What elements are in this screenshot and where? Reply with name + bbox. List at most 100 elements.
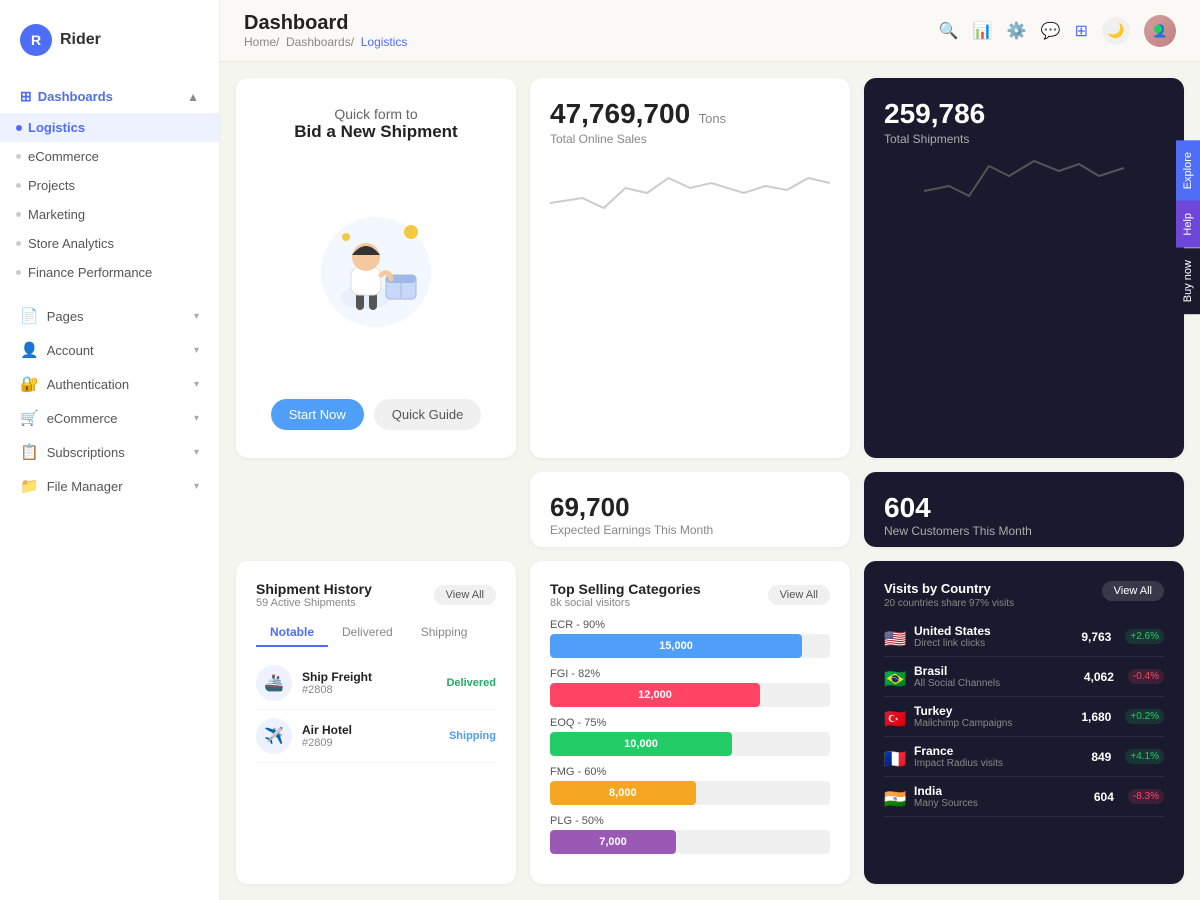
sidebar-item-ecommerce[interactable]: eCommerce xyxy=(0,142,219,171)
quick-guide-button[interactable]: Quick Guide xyxy=(374,399,482,430)
country-visits-1: 4,062 xyxy=(1084,670,1114,684)
bar-row-0: ECR - 90% 15,000 xyxy=(550,619,830,658)
bar-label-2: EOQ - 75% xyxy=(550,717,830,729)
search-icon[interactable]: 🔍 xyxy=(939,21,959,41)
bar-track-3: 8,000 xyxy=(550,781,830,805)
visits-title: Visits by Country xyxy=(884,581,1014,596)
dark-mode-toggle[interactable]: 🌙 xyxy=(1102,17,1130,45)
sidebar-item-file-manager[interactable]: 📁 File Manager ▾ xyxy=(0,469,219,503)
bar-fill-3: 8,000 xyxy=(550,781,696,805)
bars-container: ECR - 90% 15,000 FGI - 82% 12,000 EOQ - … xyxy=(550,619,830,854)
country-visits-2: 1,680 xyxy=(1081,710,1111,724)
breadcrumb: Home/ Dashboards/ Logistics xyxy=(244,35,407,49)
country-change-4: -8.3% xyxy=(1128,789,1164,804)
heroes-title: Today's Heroes xyxy=(884,546,1164,547)
sidebar-item-projects[interactable]: Projects xyxy=(0,171,219,200)
subscriptions-icon: 📋 xyxy=(20,443,39,461)
side-tabs: ExploreHelpBuy now xyxy=(1176,140,1200,314)
country-row-4: 🇮🇳 India Many Sources 604 -8.3% xyxy=(884,777,1164,817)
tab-shipping[interactable]: Shipping xyxy=(407,619,482,647)
logo[interactable]: R Rider xyxy=(0,16,219,76)
settings-icon[interactable]: ⚙️ xyxy=(1007,21,1027,41)
shipments-chart xyxy=(884,146,1164,201)
auth-icon: 🔐 xyxy=(20,375,39,393)
side-tab-2[interactable]: Buy now xyxy=(1176,248,1200,314)
new-customers-value: 604 xyxy=(884,492,1164,524)
side-tab-0[interactable]: Explore xyxy=(1176,140,1200,201)
top-selling-sub: 8k social visitors xyxy=(550,597,701,609)
total-sales-value: 47,769,700 Tons xyxy=(550,98,726,130)
country-row-3: 🇫🇷 France Impact Radius visits 849 +4.1% xyxy=(884,737,1164,777)
hero-buttons: Start Now Quick Guide xyxy=(271,399,482,430)
top-selling-header: Top Selling Categories 8k social visitor… xyxy=(550,581,830,609)
bar-row-2: EOQ - 75% 10,000 xyxy=(550,717,830,756)
visits-by-country-card: Visits by Country 20 countries share 97%… xyxy=(864,561,1184,884)
chevron-down-icon: ▾ xyxy=(194,481,199,492)
grid-icon[interactable]: ⊞ xyxy=(1075,21,1088,41)
header-actions: 🔍 📊 ⚙️ 💬 ⊞ 🌙 👤 xyxy=(939,15,1176,47)
dashboards-section: ⊞ Dashboards ▲ Logistics eCommerce Proje… xyxy=(0,76,219,291)
chat-icon[interactable]: 💬 xyxy=(1041,21,1061,41)
ship-info-1: Ship Freight #2808 xyxy=(302,670,436,696)
bar-row-4: PLG - 50% 7,000 xyxy=(550,815,830,854)
dashboards-header[interactable]: ⊞ Dashboards ▲ xyxy=(0,80,219,113)
sidebar-item-pages[interactable]: 📄 Pages ▾ xyxy=(0,299,219,333)
bar-row-3: FMG - 60% 8,000 xyxy=(550,766,830,805)
tab-delivered[interactable]: Delivered xyxy=(328,619,407,647)
new-customers-card: 604 New Customers This Month Today's Her… xyxy=(864,472,1184,547)
country-info-0: United States Direct link clicks xyxy=(914,624,1073,649)
shipment-history-title: Shipment History xyxy=(256,581,372,597)
sidebar-item-logistics[interactable]: Logistics xyxy=(0,113,219,142)
country-row-1: 🇧🇷 Brasil All Social Channels 4,062 -0.4… xyxy=(884,657,1164,697)
country-visits-0: 9,763 xyxy=(1081,630,1111,644)
ecommerce-icon: 🛒 xyxy=(20,409,39,427)
total-online-sales-card: 47,769,700 Tons Total Online Sales xyxy=(530,78,850,458)
shipment-history-title-wrap: Shipment History 59 Active Shipments xyxy=(256,581,372,609)
logo-circle: R xyxy=(20,24,52,56)
todays-heroes-section: Today's Heroes A 👤 S 👤 P 👤 +42 xyxy=(884,546,1164,547)
sidebar-item-finance-performance[interactable]: Finance Performance xyxy=(0,258,219,287)
side-tab-1[interactable]: Help xyxy=(1176,201,1200,248)
country-visits-3: 849 xyxy=(1091,750,1111,764)
country-change-0: +2.6% xyxy=(1125,629,1164,644)
bar-label-4: PLG - 50% xyxy=(550,815,830,827)
new-customers-label: New Customers This Month xyxy=(884,524,1164,538)
ship-icon-1: 🚢 xyxy=(256,665,292,701)
bar-fill-4: 7,000 xyxy=(550,830,676,854)
sidebar-item-subscriptions[interactable]: 📋 Subscriptions ▾ xyxy=(0,435,219,469)
chart-icon[interactable]: 📊 xyxy=(973,21,993,41)
shipment-row-2: ✈️ Air Hotel #2809 Shipping xyxy=(256,710,496,763)
sidebar-item-marketing[interactable]: Marketing xyxy=(0,200,219,229)
user-avatar-wrap: 👤 xyxy=(1144,15,1176,47)
total-shipments-label: Total Shipments xyxy=(884,132,1164,146)
main-area: Dashboard Home/ Dashboards/ Logistics 🔍 … xyxy=(220,0,1200,900)
country-info-4: India Many Sources xyxy=(914,784,1086,809)
sidebar-item-store-analytics[interactable]: Store Analytics xyxy=(0,229,219,258)
bar-track-1: 12,000 xyxy=(550,683,830,707)
visits-sub: 20 countries share 97% visits xyxy=(884,598,1014,609)
chevron-down-icon: ▾ xyxy=(194,345,199,356)
shipment-history-view-all[interactable]: View All xyxy=(434,585,496,605)
file-manager-icon: 📁 xyxy=(20,477,39,495)
expected-earnings-value: 69,700 xyxy=(550,492,830,523)
shipment-history-card: Shipment History 59 Active Shipments Vie… xyxy=(236,561,516,884)
total-sales-label: Total Online Sales xyxy=(550,132,726,146)
expected-earnings-label: Expected Earnings This Month xyxy=(550,523,830,537)
start-now-button[interactable]: Start Now xyxy=(271,399,364,430)
sidebar-item-authentication[interactable]: 🔐 Authentication ▾ xyxy=(0,367,219,401)
top-selling-view-all[interactable]: View All xyxy=(768,585,830,605)
page-title: Dashboard xyxy=(244,12,407,35)
visits-header: Visits by Country 20 countries share 97%… xyxy=(884,581,1164,609)
visits-view-all[interactable]: View All xyxy=(1102,581,1164,601)
hero-card: Quick form to Bid a New Shipment xyxy=(236,78,516,458)
ship-info-2: Air Hotel #2809 xyxy=(302,723,439,749)
tab-notable[interactable]: Notable xyxy=(256,619,328,647)
content-area: Quick form to Bid a New Shipment xyxy=(220,62,1200,900)
country-info-2: Turkey Mailchimp Campaigns xyxy=(914,704,1073,729)
hero-svg xyxy=(301,207,451,327)
sidebar-item-account[interactable]: 👤 Account ▾ xyxy=(0,333,219,367)
sidebar-item-ecommerce-top[interactable]: 🛒 eCommerce ▾ xyxy=(0,401,219,435)
header-title-area: Dashboard Home/ Dashboards/ Logistics xyxy=(244,12,407,49)
country-change-3: +4.1% xyxy=(1125,749,1164,764)
logo-text: Rider xyxy=(60,31,101,49)
